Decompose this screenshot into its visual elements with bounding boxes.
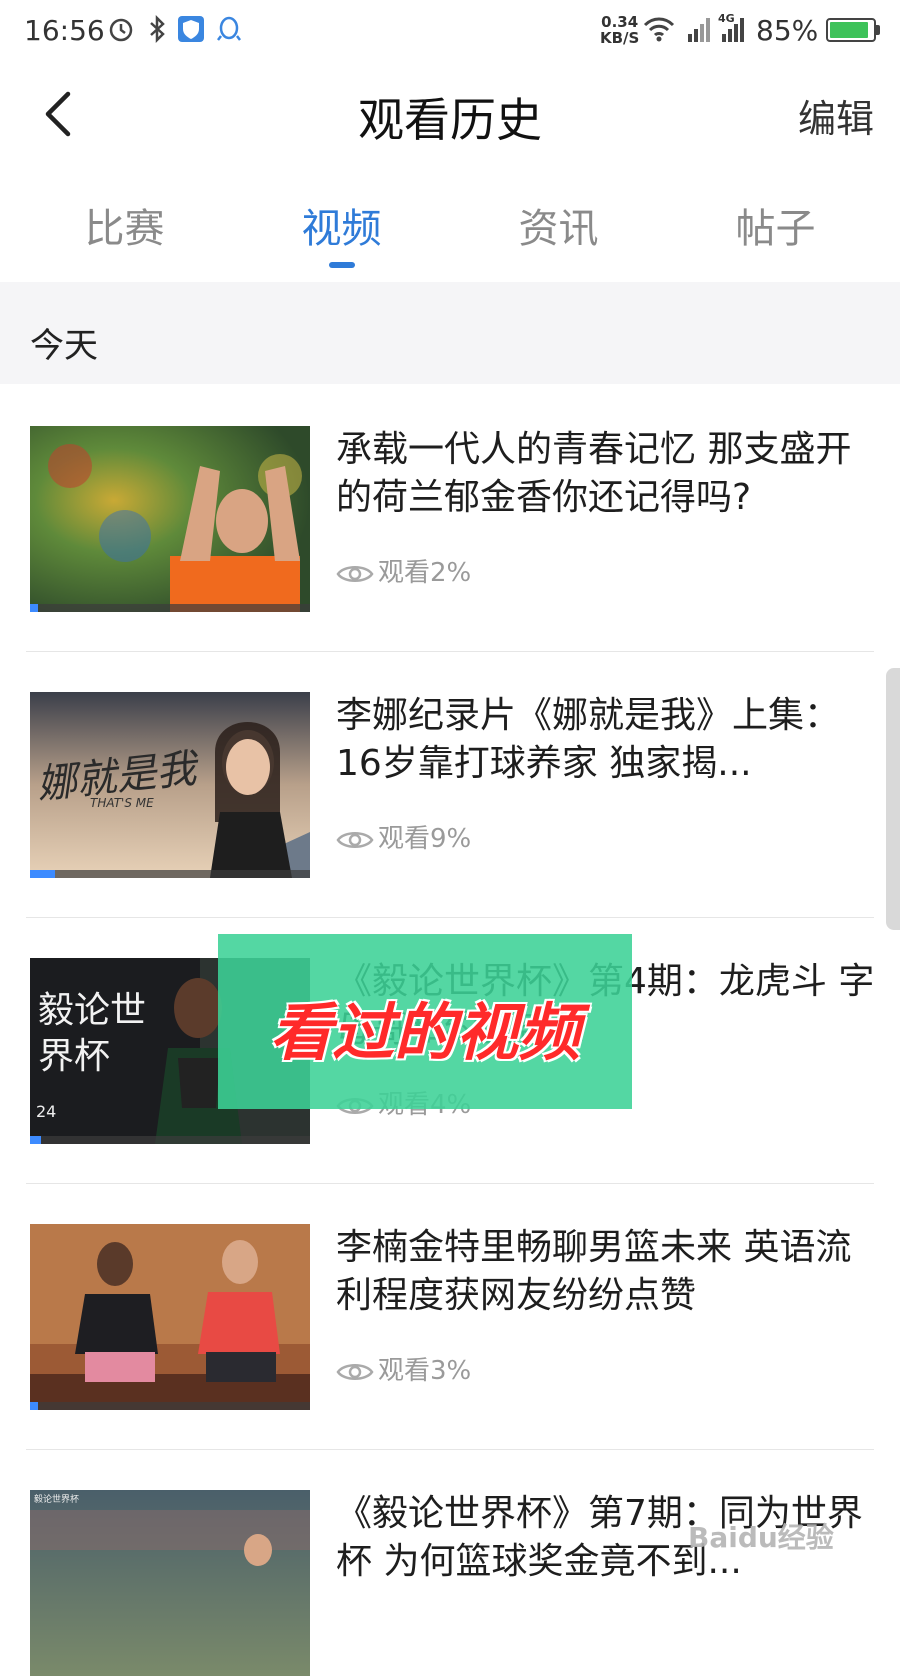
video-title: 李楠金特里畅聊男篮未来 英语流利程度获网友纷纷点赞: [336, 1227, 852, 1316]
video-thumbnail: [30, 426, 310, 612]
list-item[interactable]: 承载一代人的青春记忆 那支盛开的荷兰郁金香你还记得吗? 观看2%: [0, 386, 900, 652]
section-label: 今天: [30, 326, 98, 366]
progress-fill: [30, 1136, 42, 1144]
progress-fill: [30, 604, 39, 612]
overlay-text: 看过的视频: [269, 996, 580, 1069]
video-thumbnail: 毅论世界杯: [30, 1490, 310, 1676]
watched-text: 观看3%: [378, 1356, 472, 1386]
speed-value: 0.34: [601, 13, 639, 31]
tab-bar: 比赛 视频 资讯 帖子: [0, 180, 900, 276]
section-header: 今天: [0, 282, 900, 384]
tab-matches[interactable]: 比赛: [12, 196, 237, 254]
battery-cap: [876, 25, 880, 35]
status-bar: 16:56 0.34 KB/S 4G 85%: [0, 0, 900, 64]
overlay-banner: 看过的视频: [218, 934, 632, 1109]
progress-bar: [30, 604, 310, 612]
thumbnail-caption: 毅论世界杯: [38, 990, 147, 1077]
watermark: Baidu经验: [688, 1521, 834, 1554]
network-speed: 0.34 KB/S: [600, 14, 639, 46]
progress-bar: [30, 1136, 310, 1144]
eye-icon: [336, 831, 374, 848]
wifi-icon: [643, 17, 675, 42]
header: 观看历史 编辑: [0, 64, 900, 164]
qq-icon: [217, 16, 241, 41]
status-time: 16:56: [24, 14, 105, 47]
tab-news[interactable]: 资讯: [446, 196, 671, 254]
scroll-handle[interactable]: [886, 668, 900, 930]
video-title: 李娜纪录片《娜就是我》上集：16岁靠打球养家 独家揭...: [336, 695, 841, 784]
video-thumbnail: [30, 1224, 310, 1410]
video-title: 承载一代人的青春记忆 那支盛开的荷兰郁金香你还记得吗?: [336, 429, 852, 518]
thumbnail-badge: 毅论世界杯: [34, 1495, 80, 1505]
thumbnail-subcaption: THAT'S ME: [90, 796, 154, 810]
list-item[interactable]: 娜就是我 THAT'S ME 李娜纪录片《娜就是我》上集：16岁靠打球养家 独家…: [0, 652, 900, 918]
watched-text: 观看2%: [378, 558, 472, 588]
alarm-icon: [109, 18, 133, 42]
list-item[interactable]: 李楠金特里畅聊男篮未来 英语流利程度获网友纷纷点赞 观看3%: [0, 1184, 900, 1450]
progress-fill: [30, 1402, 39, 1410]
progress-fill: [30, 870, 56, 878]
signal-icon: [688, 18, 710, 42]
battery-icon: [826, 18, 876, 42]
edit-button[interactable]: 编辑: [798, 88, 874, 143]
eye-icon: [336, 565, 374, 582]
watched-text: 观看9%: [378, 824, 472, 854]
battery-percent: 85%: [756, 14, 819, 47]
bluetooth-icon: [150, 14, 165, 44]
tab-indicator: [329, 262, 355, 268]
speed-unit: KB/S: [600, 29, 640, 47]
eye-icon: [336, 1363, 374, 1380]
tab-posts[interactable]: 帖子: [663, 196, 888, 254]
shield-icon: [178, 16, 204, 42]
progress-bar: [30, 1402, 310, 1410]
watched-label: 观看2%: [336, 552, 471, 589]
page-title: 观看历史: [358, 93, 542, 147]
progress-bar: [30, 870, 310, 878]
watched-label: 观看3%: [336, 1350, 471, 1387]
tab-videos[interactable]: 视频: [229, 196, 454, 254]
video-thumbnail: 娜就是我 THAT'S ME: [30, 692, 310, 878]
watched-label: 观看9%: [336, 818, 471, 855]
signal-4g-icon: [722, 18, 744, 42]
thumbnail-badge: 24: [36, 1102, 57, 1121]
